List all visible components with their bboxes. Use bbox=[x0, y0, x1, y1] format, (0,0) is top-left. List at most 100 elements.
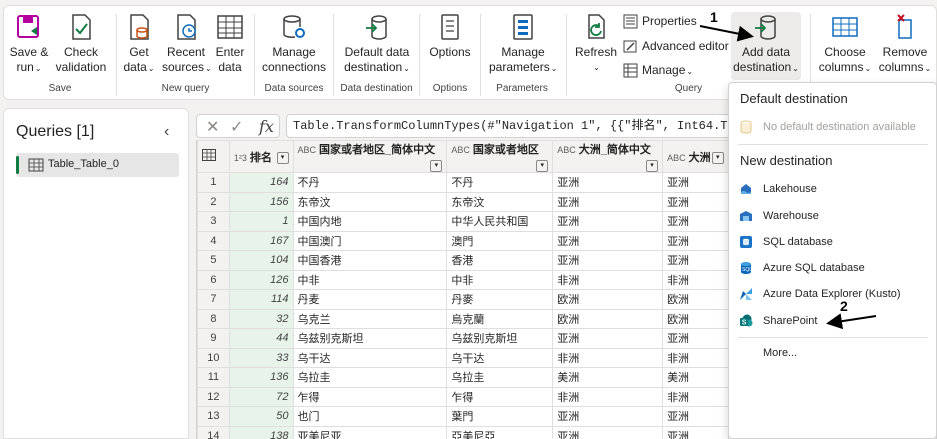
table-cell[interactable]: 亚洲 bbox=[552, 250, 664, 271]
row-number[interactable]: 9 bbox=[197, 328, 230, 349]
row-number[interactable]: 13 bbox=[197, 406, 230, 427]
row-number[interactable]: 10 bbox=[197, 347, 230, 368]
row-number[interactable]: 7 bbox=[197, 289, 230, 310]
table-cell[interactable]: 亚洲 bbox=[552, 328, 664, 349]
table-cell[interactable]: 亚洲 bbox=[552, 425, 664, 439]
table-cell[interactable]: 乌兹别克斯坦 bbox=[292, 328, 448, 349]
table-cell[interactable]: 东帝汶 bbox=[292, 191, 448, 212]
column-filter-chevron-icon[interactable]: ▾ bbox=[711, 151, 724, 164]
table-cell[interactable]: 东帝汶 bbox=[446, 191, 554, 212]
table-cell[interactable]: 丹麦 bbox=[292, 289, 448, 310]
row-number[interactable]: 1 bbox=[197, 172, 230, 193]
table-cell[interactable]: 亚洲 bbox=[552, 406, 664, 427]
column-header[interactable]: ABC 大洲_简体中文 ▾ bbox=[552, 140, 664, 173]
warehouse-item[interactable]: Warehouse bbox=[739, 204, 929, 228]
table-cell[interactable]: 乌干达 bbox=[446, 347, 554, 368]
table-cell[interactable]: 亚洲 bbox=[552, 211, 664, 232]
row-number[interactable]: 11 bbox=[197, 367, 230, 388]
table-cell[interactable]: 亚洲 bbox=[662, 230, 729, 251]
table-cell[interactable]: 中华人民共和国 bbox=[446, 211, 554, 232]
table-cell-rank[interactable]: 164 bbox=[228, 172, 294, 193]
column-header[interactable]: ABC 国家或者地区 ▾ bbox=[446, 140, 554, 173]
select-all-table-icon[interactable] bbox=[197, 140, 230, 173]
manage-parameters-button[interactable]: Manage parameters⌄ bbox=[489, 12, 557, 76]
table-cell[interactable]: 丹麥 bbox=[446, 289, 554, 310]
table-cell[interactable]: 非洲 bbox=[552, 347, 664, 368]
default-data-destination-button[interactable]: Default data destination⌄ bbox=[341, 12, 413, 76]
table-cell-rank[interactable]: 50 bbox=[228, 406, 294, 427]
table-cell[interactable]: 乌拉圭 bbox=[292, 367, 448, 388]
azure-data-explorer-item[interactable]: Azure Data Explorer (Kusto) bbox=[739, 282, 929, 306]
table-cell[interactable]: 亚洲 bbox=[662, 172, 729, 193]
table-cell[interactable]: 欧洲 bbox=[552, 289, 664, 310]
table-cell-rank[interactable]: 138 bbox=[228, 425, 294, 439]
table-cell[interactable]: 欧洲 bbox=[662, 289, 729, 310]
table-cell[interactable]: 中国澳门 bbox=[292, 230, 448, 251]
table-cell[interactable]: 乍得 bbox=[446, 386, 554, 407]
table-cell[interactable]: 中国香港 bbox=[292, 250, 448, 271]
table-cell[interactable]: 中非 bbox=[446, 269, 554, 290]
table-cell[interactable]: 亚洲 bbox=[662, 211, 729, 232]
add-data-destination-button[interactable]: Add data destination⌄ bbox=[731, 12, 801, 80]
row-number[interactable]: 14 bbox=[197, 425, 230, 439]
query-item[interactable]: Table_Table_0 bbox=[16, 153, 179, 177]
table-cell-rank[interactable]: 126 bbox=[228, 269, 294, 290]
commit-check-icon[interactable]: ✓ bbox=[230, 117, 243, 137]
row-number[interactable]: 6 bbox=[197, 269, 230, 290]
column-header[interactable]: ABC 大洲 ▾ bbox=[662, 140, 729, 173]
table-cell[interactable]: 烏克蘭 bbox=[446, 308, 554, 329]
cancel-icon[interactable]: ✕ bbox=[206, 117, 219, 137]
column-filter-chevron-icon[interactable]: ▾ bbox=[536, 160, 549, 172]
table-cell[interactable]: 不丹 bbox=[292, 172, 448, 193]
table-cell[interactable]: 非洲 bbox=[552, 269, 664, 290]
table-cell[interactable]: 欧洲 bbox=[552, 308, 664, 329]
table-cell[interactable]: 乌克兰 bbox=[292, 308, 448, 329]
sharepoint-item[interactable]: S SharePoint bbox=[739, 309, 929, 333]
table-cell[interactable]: 中国内地 bbox=[292, 211, 448, 232]
table-cell-rank[interactable]: 32 bbox=[228, 308, 294, 329]
table-cell[interactable]: 不丹 bbox=[446, 172, 554, 193]
recent-sources-button[interactable]: Recent sources⌄ bbox=[162, 12, 212, 76]
table-cell-rank[interactable]: 33 bbox=[228, 347, 294, 368]
table-cell[interactable]: 欧洲 bbox=[662, 308, 729, 329]
column-filter-chevron-icon[interactable]: ▾ bbox=[276, 151, 289, 164]
options-button[interactable]: Options bbox=[428, 12, 472, 60]
row-number[interactable]: 5 bbox=[197, 250, 230, 271]
table-cell[interactable]: 亚洲 bbox=[552, 172, 664, 193]
table-cell-rank[interactable]: 136 bbox=[228, 367, 294, 388]
table-cell[interactable]: 亚洲 bbox=[552, 230, 664, 251]
more-destinations-item[interactable]: More... bbox=[739, 341, 929, 365]
manage-connections-button[interactable]: Manage connections bbox=[261, 12, 327, 75]
table-cell[interactable]: 亚洲 bbox=[662, 250, 729, 271]
table-cell[interactable]: 也门 bbox=[292, 406, 448, 427]
row-number[interactable]: 8 bbox=[197, 308, 230, 329]
table-cell-rank[interactable]: 72 bbox=[228, 386, 294, 407]
table-cell-rank[interactable]: 156 bbox=[228, 191, 294, 212]
remove-columns-button[interactable]: Remove columns⌄ bbox=[877, 12, 933, 76]
table-cell[interactable]: 亚美尼亚 bbox=[292, 425, 448, 439]
table-cell[interactable]: 亞美尼亞 bbox=[446, 425, 554, 439]
enter-data-button[interactable]: Enter data bbox=[213, 12, 247, 75]
table-cell[interactable]: 亚洲 bbox=[552, 191, 664, 212]
get-data-button[interactable]: Get data⌄ bbox=[120, 12, 158, 76]
manage-button[interactable]: Manage⌄ bbox=[623, 60, 693, 80]
table-cell-rank[interactable]: 114 bbox=[228, 289, 294, 310]
table-cell-rank[interactable]: 1 bbox=[228, 211, 294, 232]
table-cell[interactable]: 亚洲 bbox=[662, 425, 729, 439]
table-cell[interactable]: 非洲 bbox=[662, 347, 729, 368]
table-cell-rank[interactable]: 104 bbox=[228, 250, 294, 271]
check-validation-button[interactable]: Check validation bbox=[53, 12, 109, 75]
row-number[interactable]: 12 bbox=[197, 386, 230, 407]
advanced-editor-button[interactable]: Advanced editor bbox=[623, 36, 729, 56]
row-number[interactable]: 3 bbox=[197, 211, 230, 232]
table-cell[interactable]: 澳門 bbox=[446, 230, 554, 251]
column-filter-chevron-icon[interactable]: ▾ bbox=[646, 160, 659, 172]
save-and-run-button[interactable]: Save & run⌄ bbox=[9, 12, 49, 76]
refresh-button[interactable]: Refresh ⌄ bbox=[575, 12, 617, 75]
table-cell[interactable]: 非洲 bbox=[552, 386, 664, 407]
table-cell[interactable]: 亚洲 bbox=[662, 191, 729, 212]
row-number[interactable]: 4 bbox=[197, 230, 230, 251]
column-header[interactable]: 1²3 排名 ▾ bbox=[228, 140, 294, 173]
table-cell[interactable]: 亚洲 bbox=[662, 406, 729, 427]
table-cell[interactable]: 亚洲 bbox=[662, 328, 729, 349]
